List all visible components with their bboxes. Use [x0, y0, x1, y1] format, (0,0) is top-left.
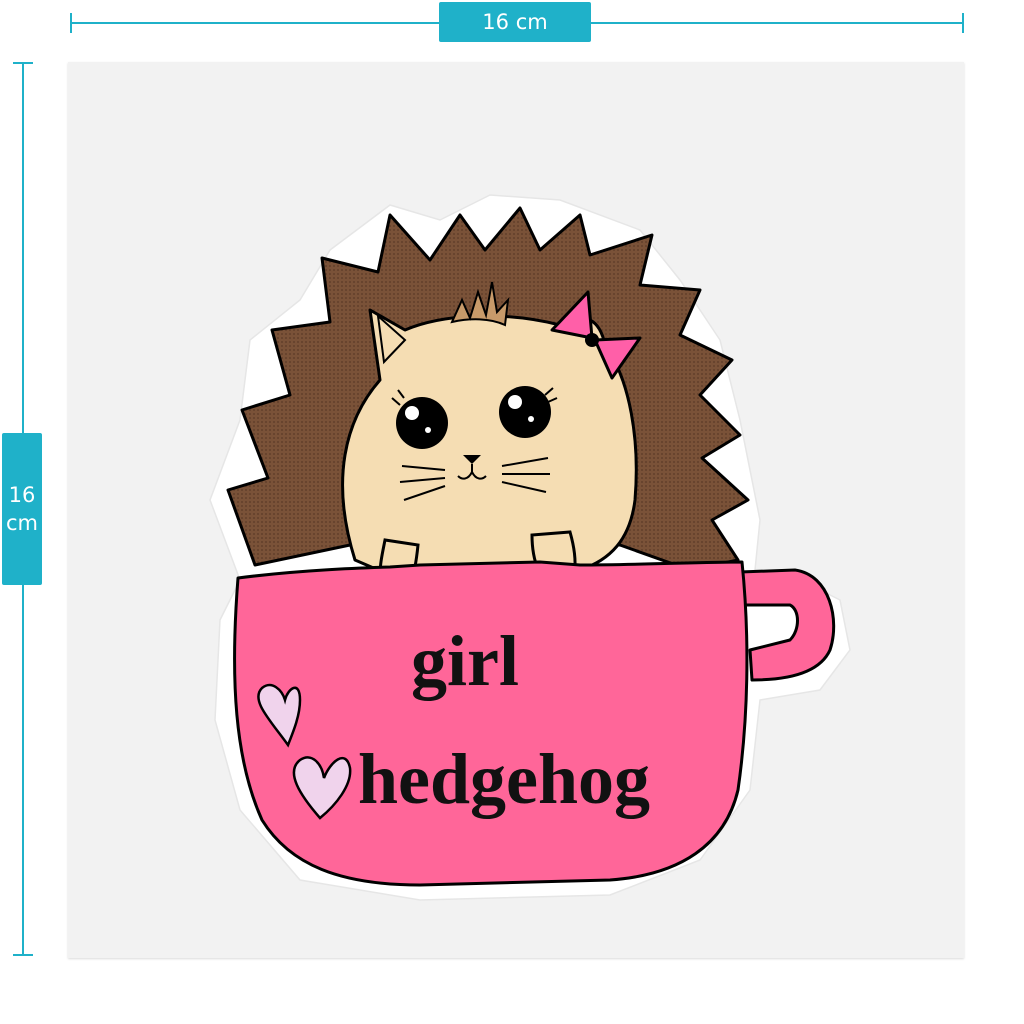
- cup-text-line1: girl: [411, 621, 519, 701]
- right-eye: [499, 386, 551, 438]
- cup-body: [233, 560, 749, 887]
- cup-text-line2: hedgehog: [358, 739, 651, 819]
- left-eye: [396, 397, 448, 449]
- hedgehog-illustration: [209, 194, 851, 901]
